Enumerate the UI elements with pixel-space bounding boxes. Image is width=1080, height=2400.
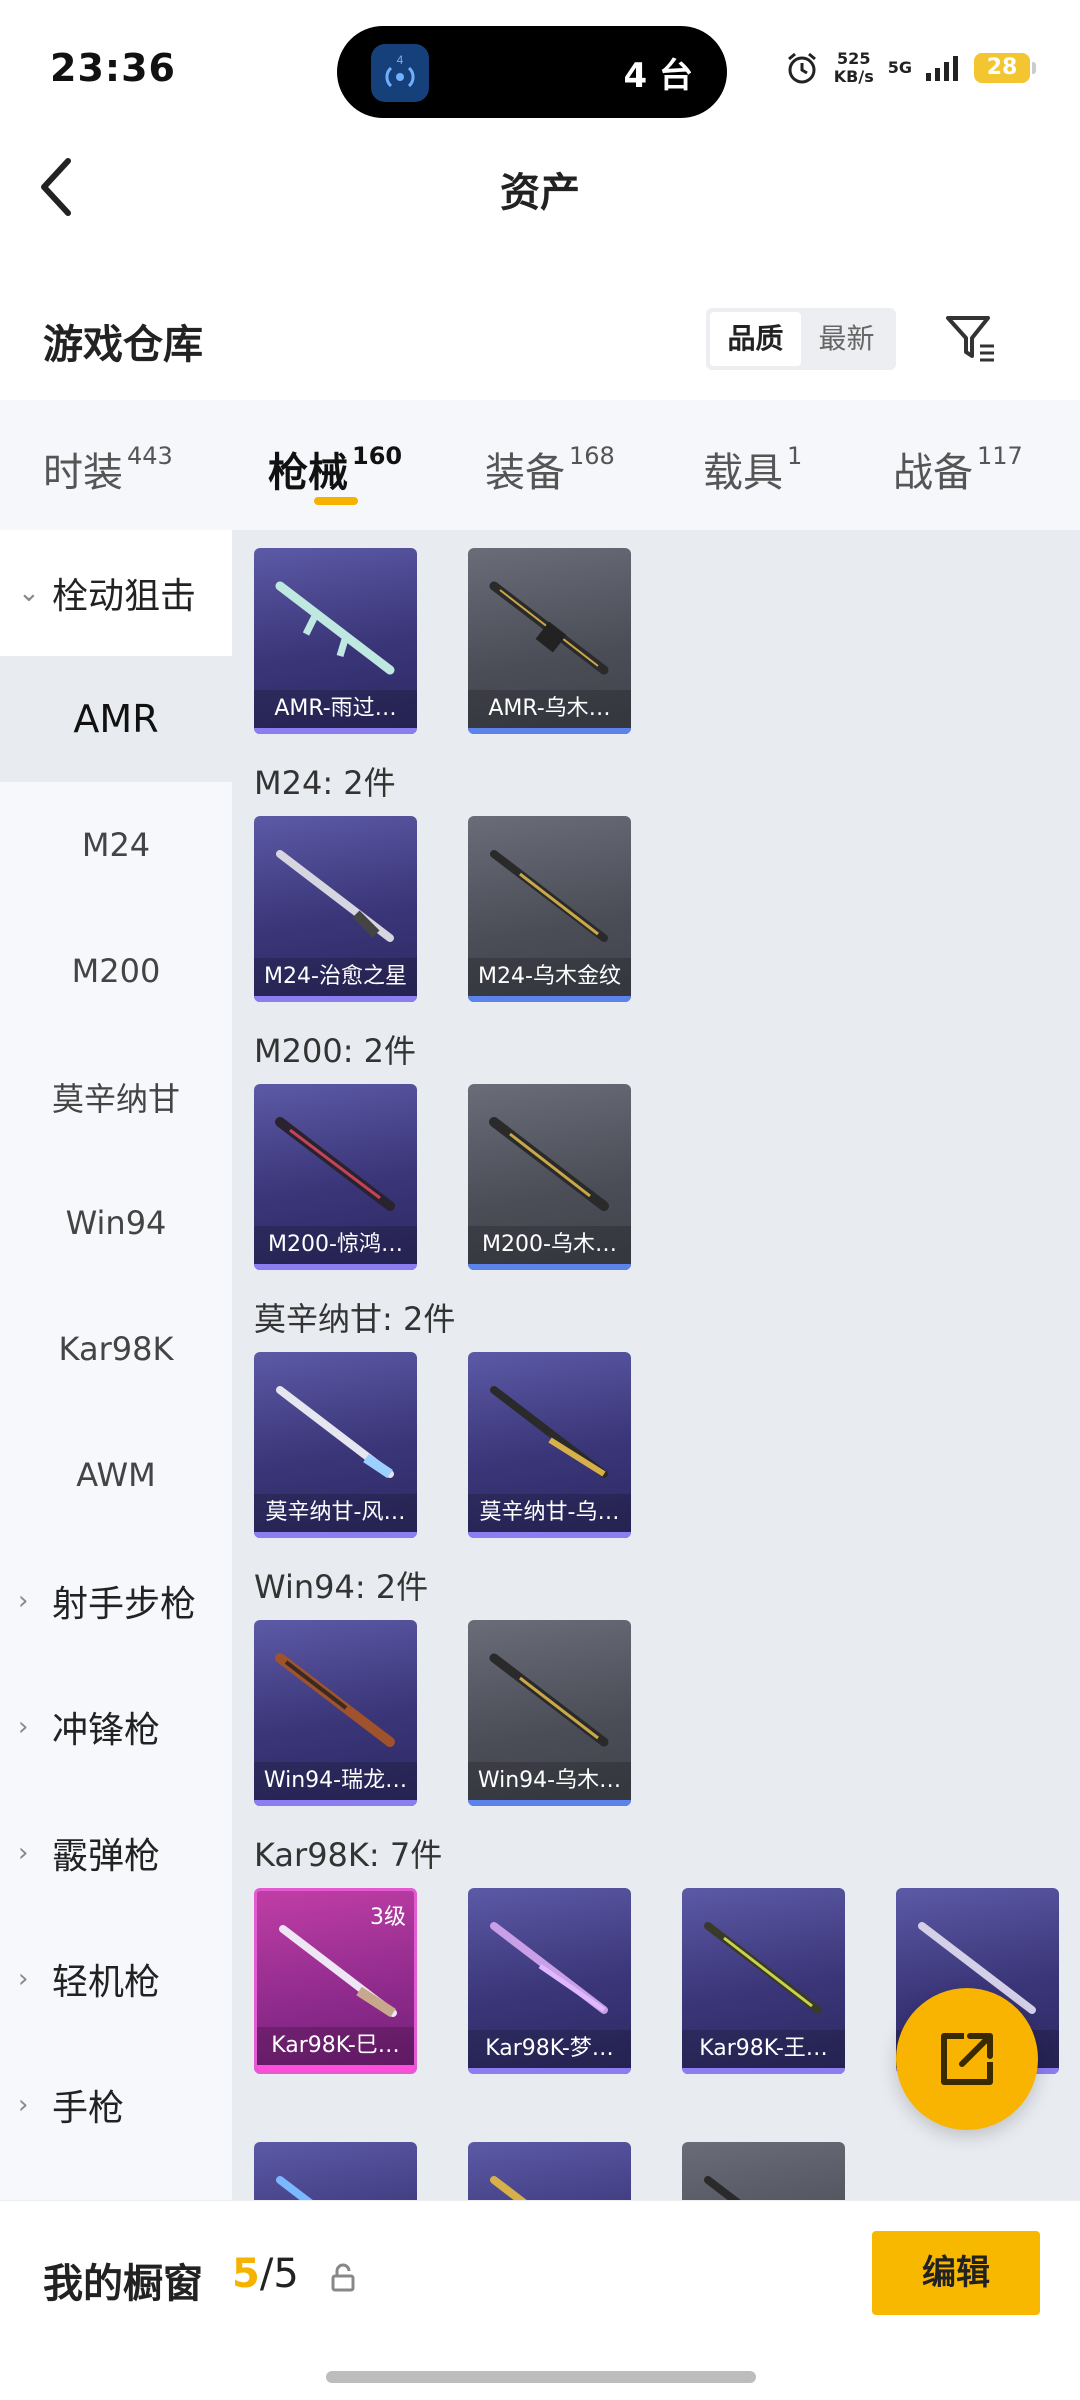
chevron-right-icon: › <box>18 1838 29 1868</box>
tab-equipment[interactable]: 装备 168 <box>485 440 615 498</box>
skin-card[interactable]: Kar98K-王… <box>682 1888 845 2074</box>
alarm-icon <box>787 52 816 84</box>
sidebar-category-shotgun[interactable]: › 霰弹枪 <box>0 1790 232 1916</box>
skin-card[interactable]: Win94-乌木… <box>468 1620 631 1806</box>
share-external-icon <box>941 2033 993 2085</box>
signal-icon <box>926 56 958 81</box>
home-indicator[interactable] <box>326 2371 756 2383</box>
skin-card[interactable]: M200-乌木… <box>468 1084 631 1270</box>
filter-icon <box>946 316 994 362</box>
showcase-title: 我的橱窗 <box>43 2261 203 2307</box>
rifle-icon <box>275 581 395 675</box>
tab-vehicles[interactable]: 载具 1 <box>703 440 802 498</box>
sidebar-category-pistol[interactable]: › 手枪 <box>0 2042 232 2168</box>
status-time: 23:36 <box>50 46 176 90</box>
nav-bar: 资产 <box>0 130 1080 240</box>
skin-card[interactable]: M200-惊鸿… <box>254 1084 417 1270</box>
sidebar-item-mosin[interactable]: 莫辛纳甘 <box>0 1034 232 1160</box>
battery-indicator: 28 <box>974 53 1036 83</box>
rifle-icon <box>490 1386 608 1478</box>
skin-card[interactable] <box>468 2142 631 2200</box>
sidebar-category-lmg[interactable]: › 轻机枪 <box>0 1916 232 2042</box>
svg-text:4: 4 <box>397 53 404 67</box>
skin-card[interactable]: 3级 Kar98K-巳… <box>254 1888 417 2074</box>
rifle-icon <box>276 2176 313 2200</box>
weapon-sidebar: ⌄ 栓动狙击 AMR M24 M200 莫辛纳甘 Win94 Kar98K AW… <box>0 530 232 2200</box>
sidebar-item-amr[interactable]: AMR <box>0 656 232 782</box>
rifle-icon <box>276 850 394 942</box>
skin-card[interactable]: AMR-乌木… <box>468 548 631 734</box>
skin-card[interactable]: Kar98K-梦… <box>468 1888 631 2074</box>
sidebar-item-win94[interactable]: Win94 <box>0 1160 232 1286</box>
weapon-grid[interactable]: AMR-雨过… AMR-乌木… M24: 2件 M24-治愈之星 M24-乌木金… <box>232 530 1080 2200</box>
chevron-right-icon: › <box>18 1964 29 1994</box>
island-text: 4 台 <box>623 56 694 96</box>
dynamic-island[interactable]: 4 4 台 <box>337 26 727 118</box>
sidebar-category-dmr[interactable]: › 射手步枪 <box>0 1538 232 1664</box>
skin-card[interactable]: AMR-雨过… <box>254 548 417 734</box>
sort-option-quality[interactable]: 品质 <box>710 312 801 366</box>
rifle-icon <box>489 1117 609 1211</box>
group-label: 莫辛纳甘: 2件 <box>254 1300 456 1338</box>
lock-icon <box>331 2263 355 2292</box>
showcase-bar: 我的橱窗 5/5 编辑 <box>0 2200 1080 2400</box>
sidebar-item-m24[interactable]: M24 <box>0 782 232 908</box>
skin-card[interactable]: Win94-瑞龙… <box>254 1620 417 1806</box>
sidebar-item-kar98k[interactable]: Kar98K <box>0 1286 232 1412</box>
share-fab-button[interactable] <box>896 1988 1038 2130</box>
tab-guns[interactable]: 枪械 160 <box>268 440 402 498</box>
filter-button[interactable] <box>940 308 1000 368</box>
active-tab-indicator <box>314 497 358 505</box>
status-bar: 23:36 4 4 台 525 KB/s 5G 28 <box>0 0 1080 130</box>
page-title: 资产 <box>500 170 580 216</box>
network-type: 5G <box>887 58 912 77</box>
showcase-count: 5/5 <box>232 2251 299 2297</box>
status-right: 525 KB/s 5G 28 <box>784 49 1036 86</box>
sort-toggle[interactable]: 品质 最新 <box>706 308 896 370</box>
skin-card[interactable]: M24-治愈之星 <box>254 816 417 1002</box>
sidebar-item-m200[interactable]: M200 <box>0 908 232 1034</box>
sidebar-category-bolt-action[interactable]: ⌄ 栓动狙击 <box>0 530 232 656</box>
chevron-right-icon: › <box>18 1586 29 1616</box>
group-label: Kar98K: 7件 <box>254 1836 443 1874</box>
skin-card[interactable]: 莫辛纳甘-风… <box>254 1352 417 1538</box>
skin-card[interactable]: M24-乌木金纹 <box>468 816 631 1002</box>
tab-supplies[interactable]: 战备 117 <box>893 440 1023 498</box>
level-badge: 3级 <box>370 1905 406 1930</box>
rifle-icon <box>489 581 609 675</box>
sort-option-latest[interactable]: 最新 <box>801 312 892 366</box>
edit-button[interactable]: 编辑 <box>872 2231 1040 2315</box>
sidebar-item-awm[interactable]: AWM <box>0 1412 232 1538</box>
skin-card[interactable] <box>254 2142 417 2200</box>
chevron-down-icon: ⌄ <box>18 578 40 608</box>
rifle-icon <box>704 2176 741 2200</box>
tab-fashion[interactable]: 时装 443 <box>43 440 173 498</box>
group-label: Win94: 2件 <box>254 1568 429 1606</box>
chevron-right-icon: › <box>18 2090 29 2120</box>
skin-card[interactable] <box>682 2142 845 2200</box>
skin-card[interactable]: 莫辛纳甘-乌… <box>468 1352 631 1538</box>
rifle-icon <box>275 1653 395 1747</box>
rifle-icon <box>276 1386 394 1479</box>
sidebar-category-smg[interactable]: › 冲锋枪 <box>0 1664 232 1790</box>
section-title: 游戏仓库 <box>43 322 203 368</box>
rifle-icon <box>490 850 608 942</box>
group-label: M200: 2件 <box>254 1032 417 1070</box>
chevron-right-icon: › <box>18 1712 29 1742</box>
rifle-icon <box>490 1922 608 2014</box>
category-tabs: 时装 443 枪械 160 装备 168 载具 1 战备 117 <box>0 400 1080 530</box>
island-app-icon: 4 <box>371 44 429 102</box>
rifle-icon <box>490 2176 527 2200</box>
rifle-icon <box>275 1117 395 1211</box>
group-label: M24: 2件 <box>254 764 396 802</box>
rifle-icon <box>704 1922 822 2014</box>
network-speed: 525 KB/s <box>833 49 874 86</box>
rifle-icon <box>489 1653 609 1747</box>
